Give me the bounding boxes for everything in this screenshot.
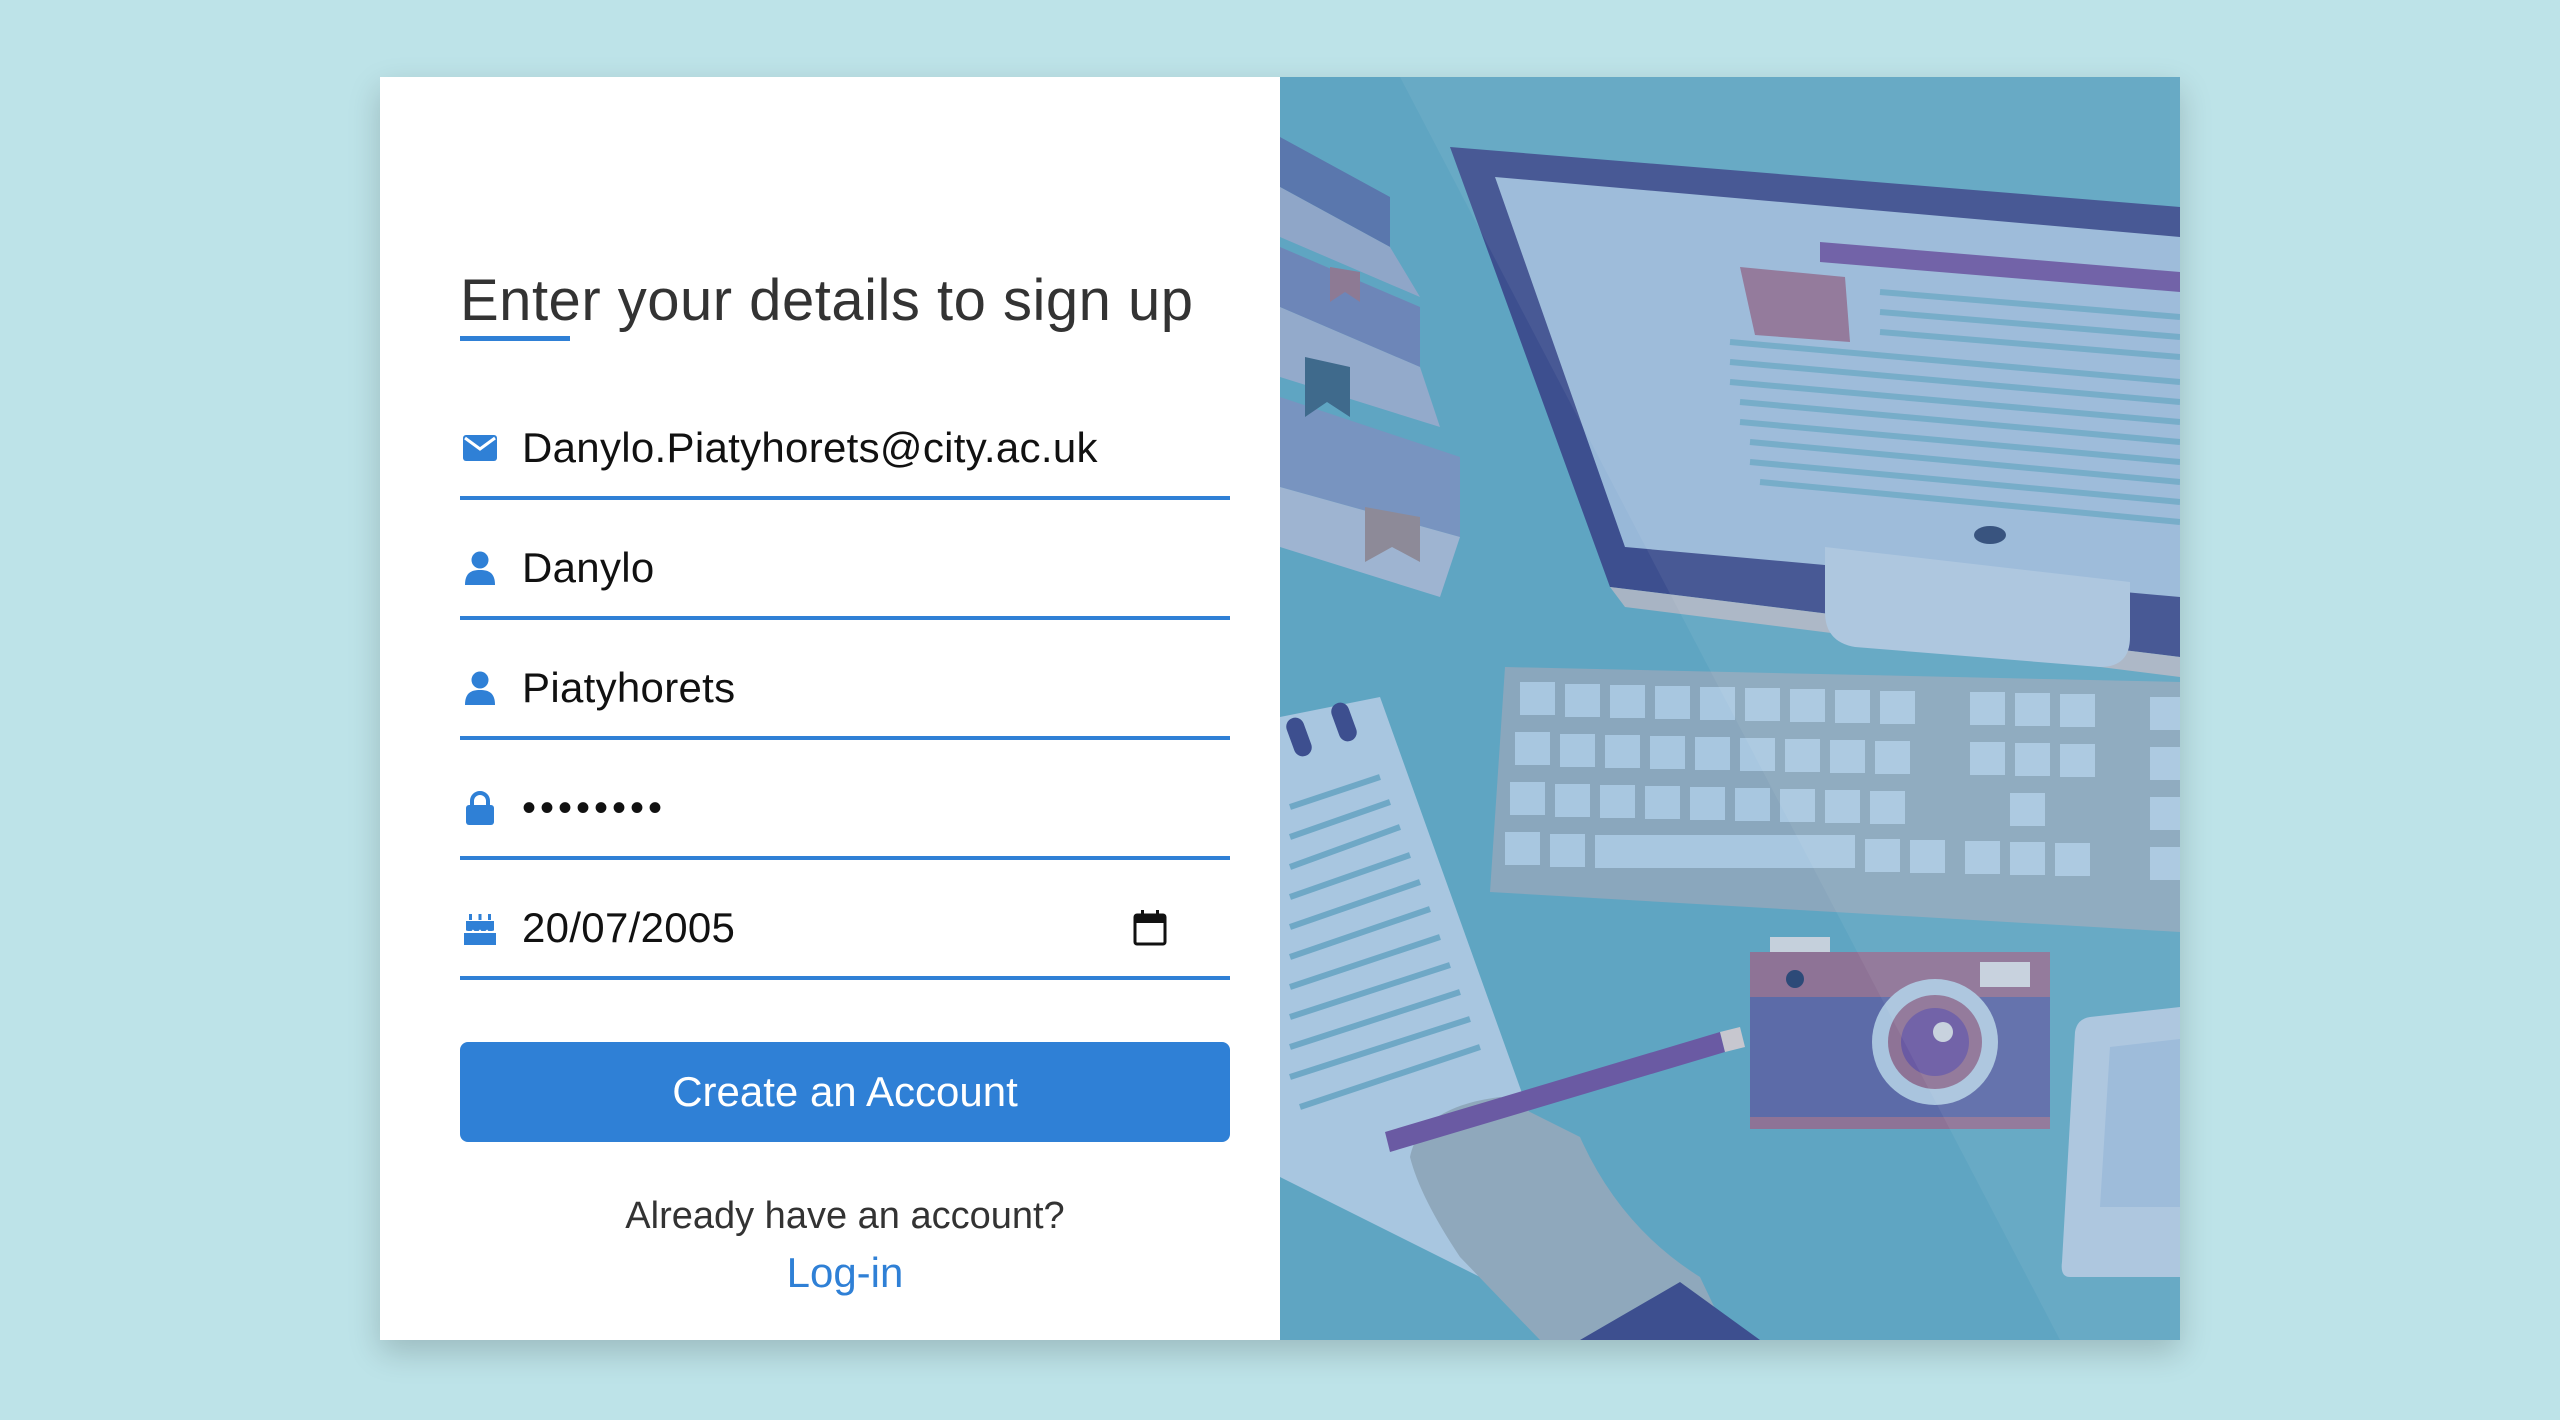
password-field[interactable]: •••••••• bbox=[460, 760, 1230, 860]
first-name-value: Danylo bbox=[522, 544, 655, 591]
birthday-cake-icon bbox=[462, 910, 498, 946]
first-name-field[interactable]: Danylo bbox=[460, 520, 1230, 620]
books-illustration bbox=[1280, 137, 1460, 597]
email-field[interactable]: Danylo.Piatyhorets@city.ac.uk bbox=[460, 400, 1230, 500]
workspace-illustration bbox=[1280, 77, 2180, 1340]
user-icon bbox=[462, 670, 498, 706]
envelope-icon bbox=[462, 430, 498, 466]
create-account-button[interactable]: Create an Account bbox=[460, 1042, 1230, 1142]
birthdate-value: 20/07/2005 bbox=[522, 904, 736, 951]
last-name-field[interactable]: Piatyhorets bbox=[460, 640, 1230, 740]
user-icon bbox=[462, 550, 498, 586]
title-underline bbox=[460, 336, 570, 341]
signup-form-panel: Enter your details to sign up Danylo.Pia… bbox=[380, 77, 1280, 1340]
email-value: Danylo.Piatyhorets@city.ac.uk bbox=[522, 424, 1098, 471]
page-title: Enter your details to sign up bbox=[460, 268, 1194, 333]
password-value: •••••••• bbox=[522, 785, 667, 830]
signup-card: Enter your details to sign up Danylo.Pia… bbox=[380, 77, 2180, 1340]
calendar-icon[interactable] bbox=[1130, 908, 1170, 948]
last-name-value: Piatyhorets bbox=[522, 664, 736, 711]
birthdate-field[interactable]: 20/07/2005 bbox=[460, 880, 1230, 980]
already-have-account-text: Already have an account? bbox=[625, 1195, 1065, 1237]
login-link[interactable]: Log-in bbox=[460, 1249, 1230, 1297]
lock-icon bbox=[462, 790, 498, 826]
